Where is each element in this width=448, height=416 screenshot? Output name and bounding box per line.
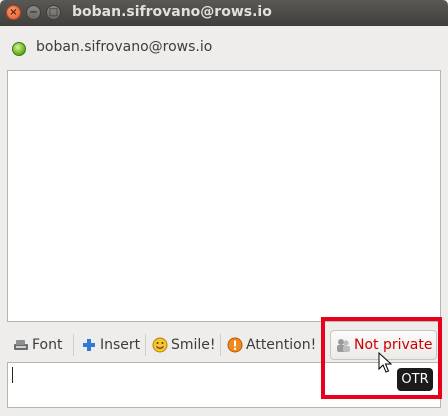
attention-button[interactable]: Attention! xyxy=(227,330,316,360)
attention-label: Attention! xyxy=(246,337,317,353)
font-label: Font xyxy=(32,337,63,353)
window-minimize-button[interactable]: − xyxy=(26,5,41,20)
window-close-button[interactable]: × xyxy=(6,5,21,20)
title-bar: × − □ boban.sifrovano@rows.io xyxy=(0,0,448,26)
font-button[interactable]: Font xyxy=(13,330,62,360)
text-caret xyxy=(12,367,13,383)
smile-label: Smile! xyxy=(171,337,216,353)
smiley-icon xyxy=(152,337,168,353)
toolbar-divider xyxy=(73,334,74,356)
exclamation-icon xyxy=(227,337,243,353)
toolbar-divider xyxy=(145,334,146,356)
smile-button[interactable]: Smile! xyxy=(152,330,216,360)
otr-tooltip: OTR xyxy=(397,368,433,391)
plus-icon xyxy=(81,337,97,353)
window-maximize-button[interactable]: □ xyxy=(46,5,61,20)
mouse-pointer-icon xyxy=(378,352,392,373)
window-title: boban.sifrovano@rows.io xyxy=(72,4,272,20)
font-icon xyxy=(13,337,29,353)
insert-button[interactable]: Insert xyxy=(81,330,140,360)
insert-label: Insert xyxy=(100,337,141,353)
contact-name: boban.sifrovano@rows.io xyxy=(36,39,213,55)
status-available-icon xyxy=(12,42,26,56)
toolbar-divider xyxy=(220,334,221,356)
conversation-history[interactable] xyxy=(7,70,441,322)
contact-header: boban.sifrovano@rows.io xyxy=(0,26,448,70)
